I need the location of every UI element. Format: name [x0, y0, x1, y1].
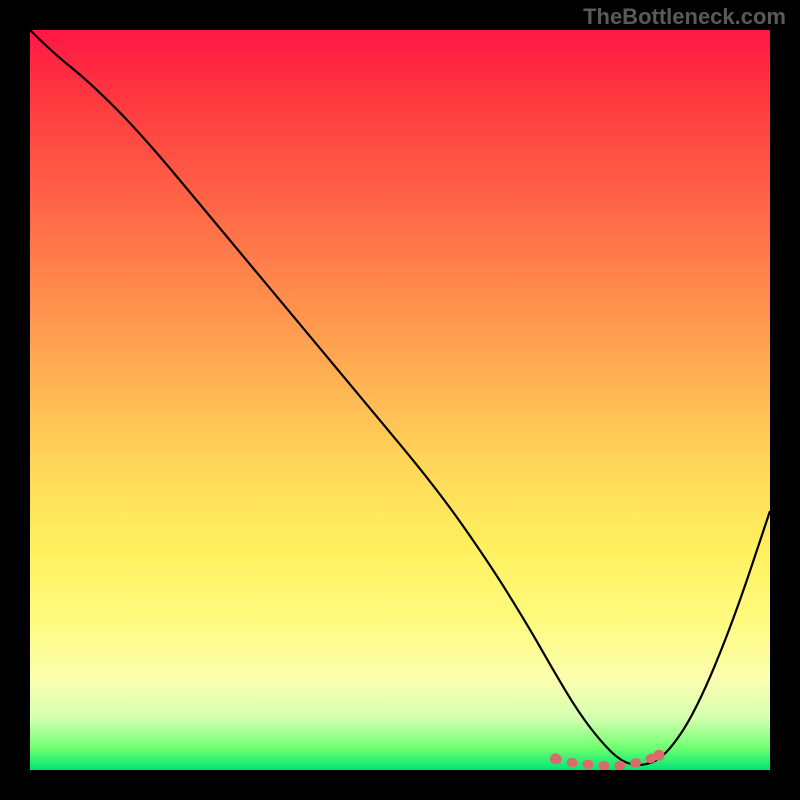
bottleneck-curve-path: [30, 30, 770, 765]
chart-svg: [30, 30, 770, 770]
watermark-text: TheBottleneck.com: [583, 4, 786, 30]
chart-plot-area: [30, 30, 770, 770]
